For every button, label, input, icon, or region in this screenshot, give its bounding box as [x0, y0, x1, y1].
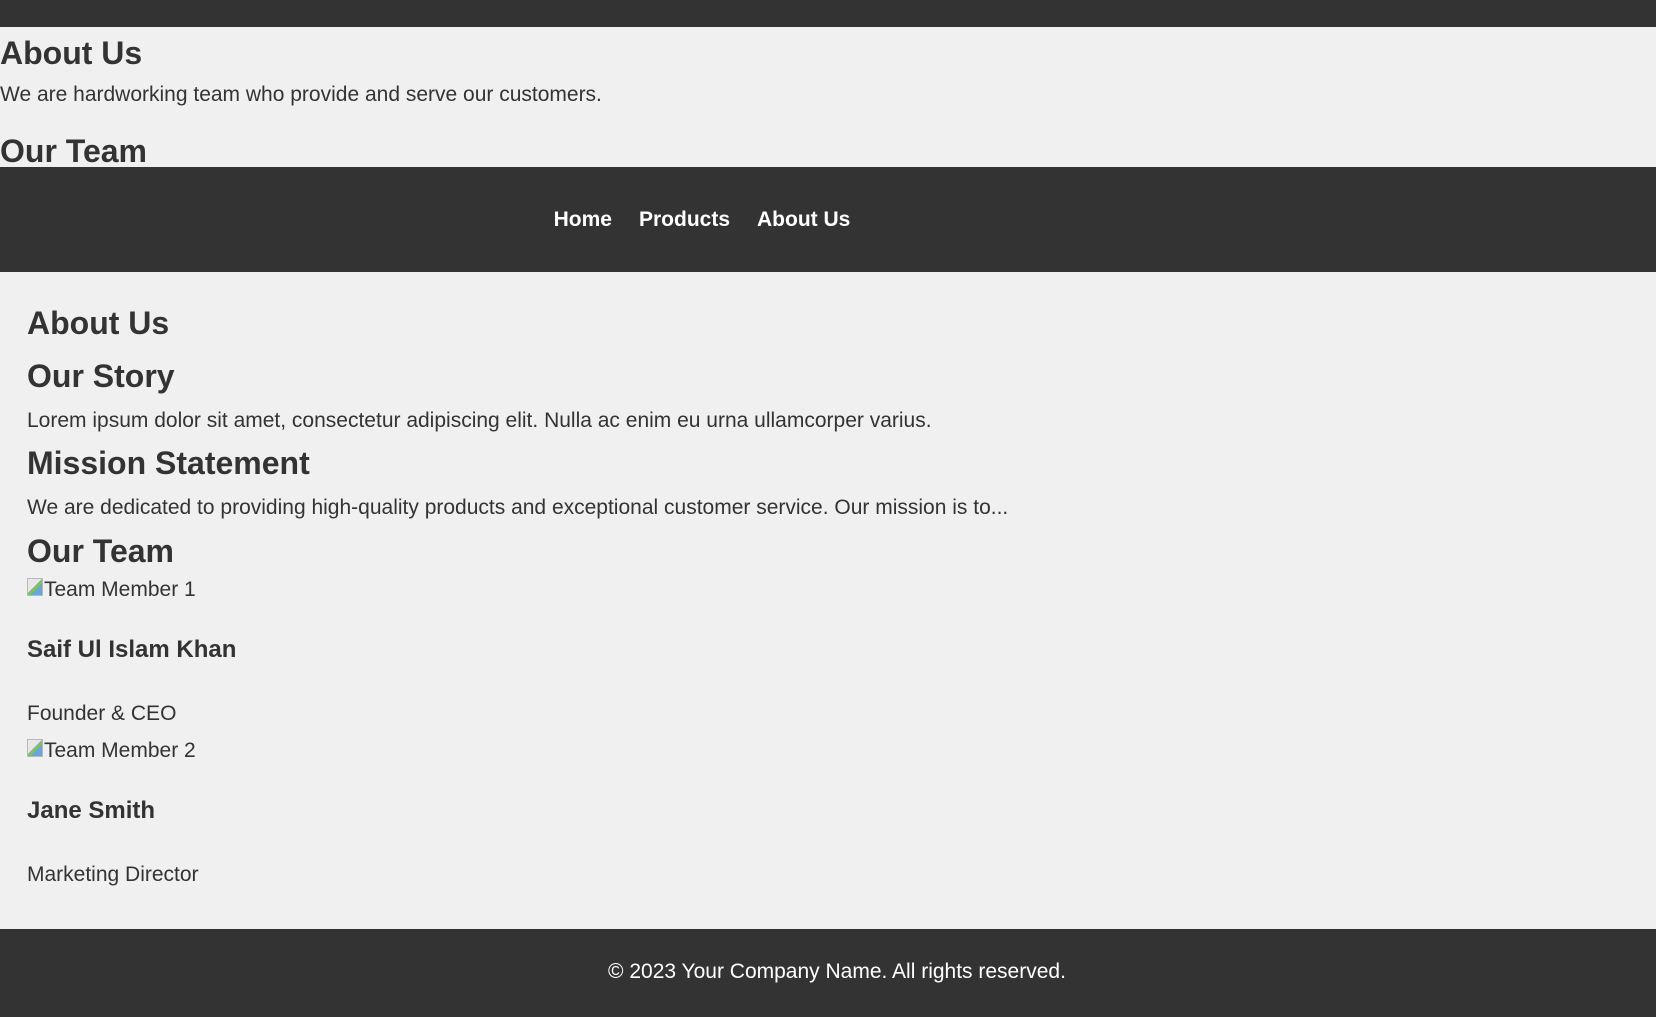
- nav-link-home[interactable]: Home: [554, 208, 612, 231]
- our-story-text: Lorem ipsum dolor sit amet, consectetur …: [27, 409, 932, 432]
- team-member-name: Jane Smith: [27, 797, 156, 824]
- top-about-text: We are hardworking team who provide and …: [0, 83, 602, 106]
- top-team-heading: Our Team: [0, 133, 147, 169]
- team-member-photo: Team Member 2: [27, 738, 196, 761]
- broken-image-icon: [27, 577, 43, 596]
- top-bar: [0, 0, 1656, 27]
- team-member-name: Saif Ul Islam Khan: [27, 636, 237, 663]
- main-navigation: Home Products About Us: [0, 167, 1656, 272]
- about-main-content: About Us Our Story Lorem ipsum dolor sit…: [0, 272, 1656, 929]
- mission-heading: Mission Statement: [27, 445, 310, 481]
- nav-link-about-us[interactable]: About Us: [757, 208, 850, 231]
- our-team-heading: Our Team: [27, 533, 174, 569]
- team-member-photo: Team Member 1: [27, 577, 196, 600]
- nav-link-products[interactable]: Products: [639, 208, 730, 231]
- our-story-heading: Our Story: [27, 358, 175, 394]
- top-about-section: About Us We are hardworking team who pro…: [0, 27, 1656, 167]
- page-footer: © 2023 Your Company Name. All rights res…: [0, 929, 1656, 1017]
- team-member-role: Founder & CEO: [27, 702, 177, 725]
- nav-list: Home Products About Us: [554, 208, 851, 232]
- copyright-text: © 2023 Your Company Name. All rights res…: [608, 960, 1066, 983]
- mission-text: We are dedicated to providing high-quali…: [27, 496, 1009, 519]
- team-member-role: Marketing Director: [27, 863, 199, 886]
- broken-image-icon: [27, 738, 43, 757]
- page-title: About Us: [27, 305, 170, 341]
